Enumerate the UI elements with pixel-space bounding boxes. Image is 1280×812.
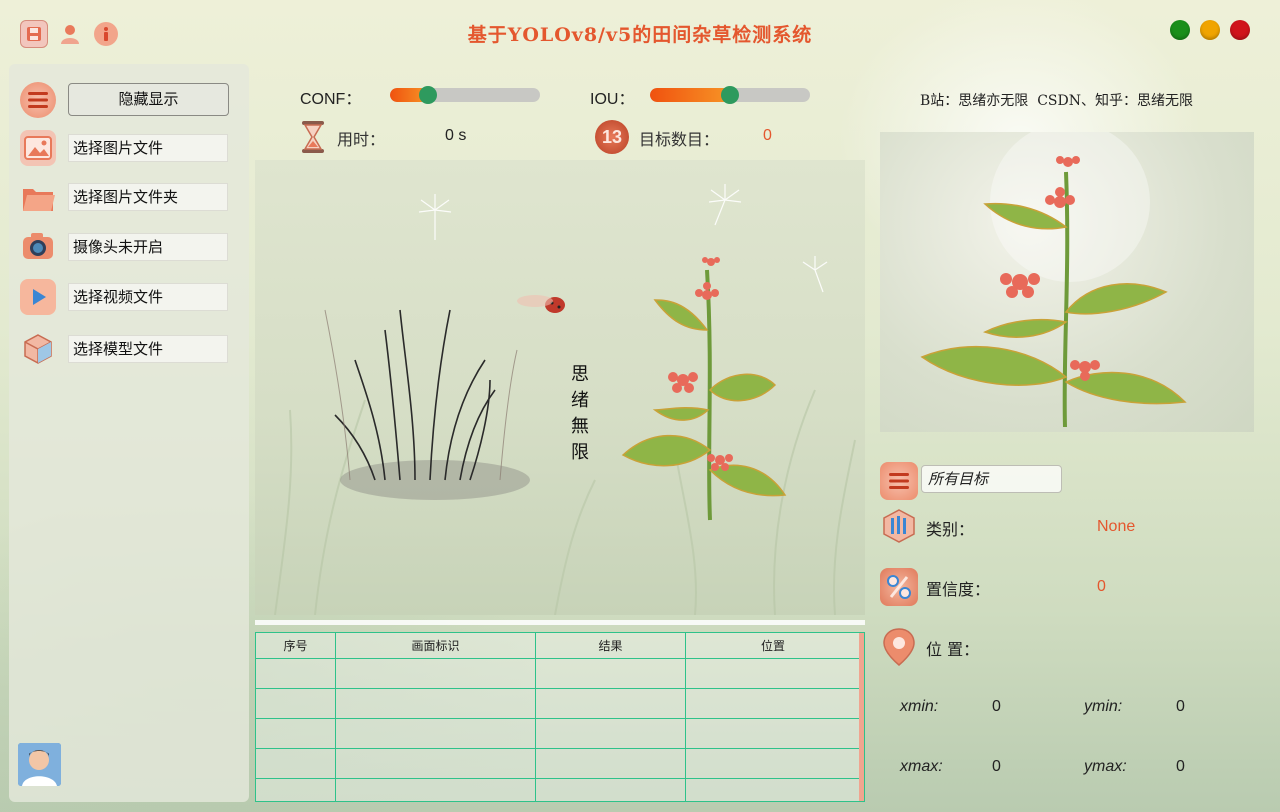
count-badge-text: 13 — [601, 126, 623, 147]
caption-char-3: 無 — [571, 416, 589, 437]
xmin-value: 0 — [992, 698, 1001, 715]
count-badge-icon: 13 — [595, 120, 629, 154]
position-label: 位 置： — [926, 640, 980, 659]
credits-text: B站：思绪亦无限 CSDN、知乎：思绪无限 — [920, 93, 1193, 109]
app-title: 基于YOLOv8/v5的田间杂草检测系统 — [467, 24, 813, 46]
header-frame-id[interactable]: 画面标识 — [336, 633, 536, 658]
xmin-label: xmin: — [900, 698, 939, 715]
menu-icon[interactable] — [20, 82, 56, 118]
count-value: 0 — [763, 127, 772, 144]
sidebar — [9, 64, 249, 802]
target-menu-icon[interactable] — [880, 462, 918, 500]
results-table[interactable]: 序号 画面标识 结果 位置 — [255, 632, 865, 802]
ymax-label: ymax: — [1084, 758, 1127, 775]
confidence-value: 0 — [1097, 578, 1106, 595]
select-folder-button[interactable]: 选择图片文件夹 — [68, 183, 228, 211]
ymin-value: 0 — [1176, 698, 1185, 715]
header-result[interactable]: 结果 — [536, 633, 686, 658]
select-model-button[interactable]: 选择模型文件 — [68, 335, 228, 363]
table-row[interactable] — [256, 779, 860, 801]
avatar[interactable] — [18, 743, 61, 786]
table-row[interactable] — [256, 659, 860, 689]
caption-char-1: 思 — [571, 364, 589, 385]
select-video-button[interactable]: 选择视频文件 — [68, 283, 228, 311]
folder-icon[interactable] — [20, 180, 56, 216]
header-index[interactable]: 序号 — [256, 633, 336, 658]
cube-icon[interactable] — [20, 331, 56, 367]
table-header: 序号 画面标识 结果 位置 — [256, 633, 860, 659]
table-row[interactable] — [256, 749, 860, 779]
category-value: None — [1097, 518, 1136, 535]
iou-label: IOU： — [590, 91, 635, 108]
xmax-label: xmax: — [900, 758, 943, 775]
location-pin-icon — [880, 628, 918, 666]
close-button[interactable] — [1230, 20, 1250, 40]
image-divider — [255, 620, 865, 625]
play-icon[interactable] — [20, 279, 56, 315]
caption-char-4: 限 — [571, 442, 589, 463]
percent-icon — [880, 568, 918, 606]
target-select[interactable]: 所有目标 — [921, 465, 1062, 493]
hourglass-icon — [300, 120, 326, 158]
hide-display-button[interactable]: 隐藏显示 — [68, 83, 229, 116]
time-value: 0 s — [445, 127, 467, 144]
camera-button[interactable]: 摄像头未开启 — [68, 233, 228, 261]
table-scrollbar[interactable] — [859, 633, 864, 801]
conf-slider[interactable] — [390, 88, 540, 102]
category-label: 类别： — [926, 520, 975, 539]
camera-icon[interactable] — [20, 228, 56, 264]
conf-label: CONF： — [300, 91, 362, 108]
ymax-value: 0 — [1176, 758, 1185, 775]
xmax-value: 0 — [992, 758, 1001, 775]
table-row[interactable] — [256, 719, 860, 749]
image-icon[interactable] — [20, 130, 56, 166]
result-image-view — [880, 132, 1254, 432]
caption-char-2: 绪 — [571, 390, 589, 411]
minimize-button[interactable] — [1200, 20, 1220, 40]
header-position[interactable]: 位置 — [686, 633, 860, 658]
table-row[interactable] — [256, 689, 860, 719]
confidence-label: 置信度： — [926, 580, 991, 599]
ymin-label: ymin: — [1084, 698, 1123, 715]
category-icon — [880, 507, 918, 545]
iou-slider-handle[interactable] — [721, 86, 739, 104]
maximize-button[interactable] — [1170, 20, 1190, 40]
main-image-view: 思 绪 無 限 — [255, 160, 865, 615]
count-label: 目标数目： — [639, 132, 720, 149]
time-label: 用时： — [337, 132, 386, 149]
select-image-button[interactable]: 选择图片文件 — [68, 134, 228, 162]
conf-slider-handle[interactable] — [418, 86, 437, 104]
